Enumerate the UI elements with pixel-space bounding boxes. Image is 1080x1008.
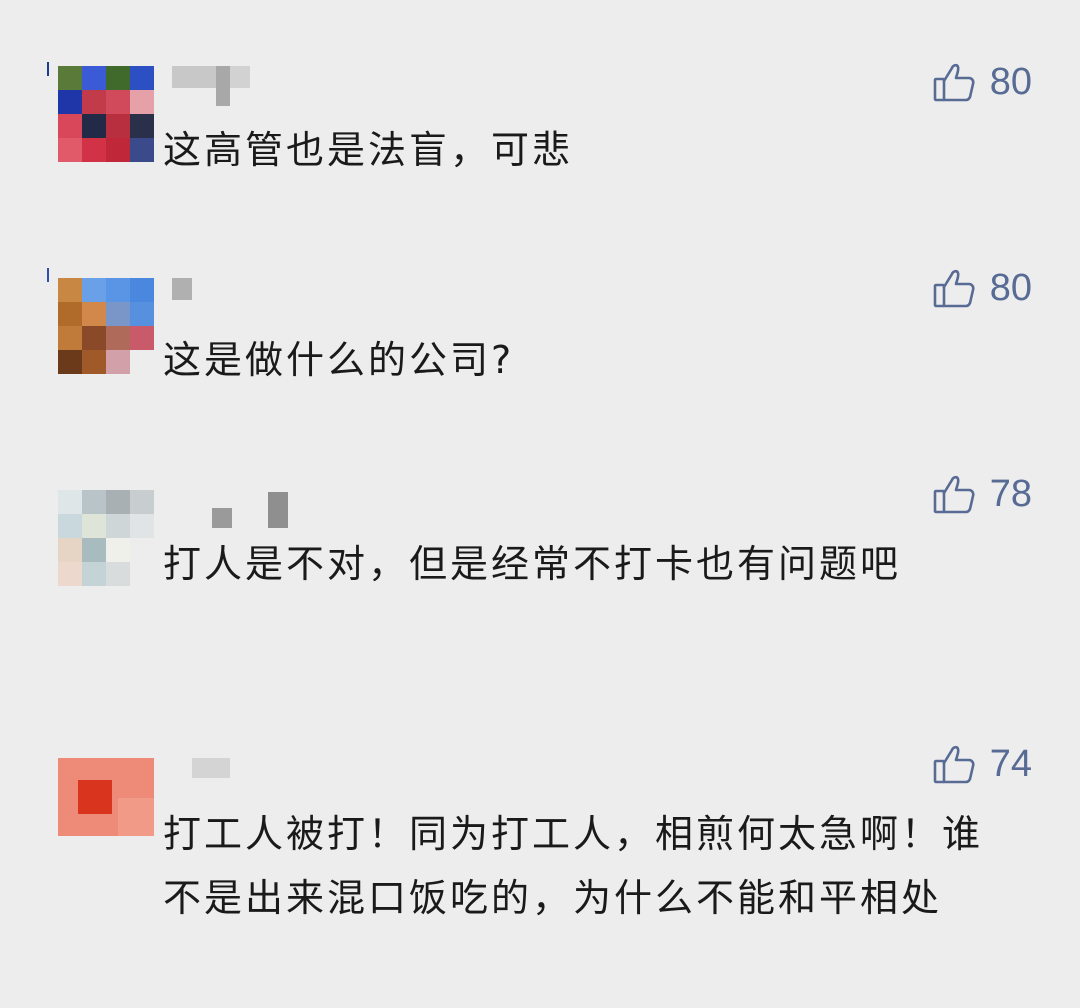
thumbs-up-outline-icon <box>933 745 975 784</box>
comment-text: 这是做什么的公司? <box>163 338 515 382</box>
username-blurred[interactable] <box>192 758 232 780</box>
like-button[interactable]: 78 <box>932 472 1032 516</box>
like-button[interactable]: 80 <box>932 266 1032 310</box>
like-button[interactable]: 74 <box>932 742 1032 786</box>
username-blurred[interactable] <box>172 278 194 300</box>
like-count: 80 <box>989 61 1032 103</box>
comment-text: 这高管也是法盲，可悲 <box>163 128 574 172</box>
like-count: 78 <box>989 473 1032 515</box>
comment-text: 打工人被打！同为打工人，相煎何太急啊！谁不是出来混口饭吃的，为什么不能和平相处 <box>163 812 984 920</box>
like-count: 80 <box>989 267 1032 309</box>
like-button[interactable]: 80 <box>932 60 1032 104</box>
comment-item: 78 打人是不对，但是经常不打卡也有问题吧 <box>0 460 1080 730</box>
comment-item: 80 这高管也是法盲，可悲 <box>0 0 1080 240</box>
comment-item: 74 打工人被打！同为打工人，相煎何太急啊！谁不是出来混口饭吃的，为什么不能和平… <box>0 730 1080 1008</box>
thumbs-up-outline-icon <box>933 269 975 308</box>
username-blurred[interactable] <box>212 492 292 528</box>
avatar[interactable] <box>58 66 154 162</box>
like-count: 74 <box>989 743 1032 785</box>
thumbs-up-outline-icon <box>933 63 975 102</box>
avatar[interactable] <box>58 490 154 586</box>
avatar[interactable] <box>58 758 154 836</box>
avatar[interactable] <box>58 278 154 374</box>
comment-item: 80 这是做什么的公司? <box>0 240 1080 460</box>
avatar-edge-mark <box>47 62 49 76</box>
avatar-edge-mark <box>47 268 49 282</box>
username-blurred[interactable] <box>172 66 252 106</box>
thumbs-up-outline-icon <box>933 475 975 514</box>
comment-text: 打人是不对，但是经常不打卡也有问题吧 <box>163 542 902 586</box>
